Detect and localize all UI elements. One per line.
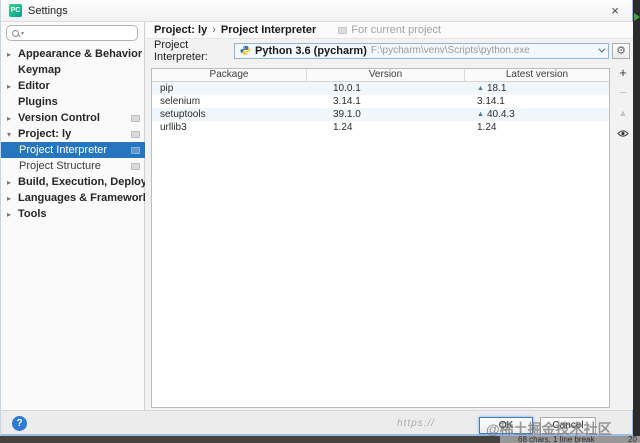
table-row[interactable]: pip 10.0.1 ▲ 18.1 xyxy=(152,82,609,95)
screen-icon xyxy=(338,26,348,34)
package-table: Package Version Latest version pip 10.0.… xyxy=(151,68,610,408)
project-scope-icon xyxy=(131,130,140,138)
interpreter-row: Project Interpreter: Python 3.6 (pycharm… xyxy=(146,38,633,63)
sidebar-item-plugins[interactable]: Plugins xyxy=(1,94,145,110)
search-input[interactable] xyxy=(26,27,132,39)
cancel-button[interactable]: Cancel xyxy=(540,417,596,434)
table-row[interactable]: urllib3 1.24 1.24 xyxy=(152,121,609,134)
breadcrumb: Project: ly › Project Interpreter For cu… xyxy=(146,22,633,39)
breadcrumb-page: Project Interpreter xyxy=(220,24,317,36)
package-table-header: Package Version Latest version xyxy=(152,69,609,82)
sidebar-item-project-structure[interactable]: Project Structure xyxy=(1,158,145,174)
remove-package-button[interactable]: − xyxy=(613,86,633,100)
background-window-edge xyxy=(633,0,640,436)
run-icon xyxy=(634,13,640,21)
sidebar-item-appearance-behavior[interactable]: ▸ Appearance & Behavior xyxy=(1,46,145,62)
settings-dialog: PC Settings × ▾ ▸ Appearance & Behavior … xyxy=(0,0,633,436)
statusbar-position: 20 xyxy=(628,435,637,443)
upgrade-arrow-icon: ▲ xyxy=(477,85,484,92)
add-package-button[interactable]: + xyxy=(613,66,633,80)
chevron-right-icon[interactable]: ▸ xyxy=(7,178,18,187)
breadcrumb-separator-icon: › xyxy=(212,24,216,36)
sidebar-item-build-execution-deployment[interactable]: ▸ Build, Execution, Deployment xyxy=(1,174,145,190)
project-scope-icon xyxy=(131,146,140,154)
project-scope-icon xyxy=(131,162,140,170)
help-button[interactable]: ? xyxy=(12,416,27,431)
column-header-latest-version[interactable]: Latest version xyxy=(465,69,609,81)
interpreter-name: Python 3.6 (pycharm) xyxy=(255,44,367,57)
python-icon xyxy=(240,45,251,56)
settings-sidebar: ▾ ▸ Appearance & Behavior Keymap ▸ Edito… xyxy=(1,22,145,410)
settings-search-box[interactable]: ▾ xyxy=(6,25,138,41)
chevron-right-icon[interactable]: ▸ xyxy=(7,114,18,123)
statusbar-text: 68 chars, 1 line break xyxy=(518,435,595,443)
for-current-project-label: For current project xyxy=(338,24,441,36)
interpreter-label: Project Interpreter: xyxy=(154,38,208,63)
sidebar-item-project-interpreter[interactable]: Project Interpreter xyxy=(1,142,145,158)
eye-icon xyxy=(617,129,629,137)
dialog-title: Settings xyxy=(28,4,68,17)
chevron-right-icon[interactable]: ▸ xyxy=(7,50,18,59)
table-row[interactable]: selenium 3.14.1 3.14.1 xyxy=(152,95,609,108)
column-header-package[interactable]: Package xyxy=(152,69,307,81)
chevron-right-icon[interactable]: ▸ xyxy=(7,194,18,203)
ok-button[interactable]: OK xyxy=(479,417,533,434)
sidebar-item-tools[interactable]: ▸ Tools xyxy=(1,206,145,222)
table-row[interactable]: setuptools 39.1.0 ▲ 40.4.3 xyxy=(152,108,609,121)
sidebar-item-editor[interactable]: ▸ Editor xyxy=(1,78,145,94)
sidebar-item-project-ly[interactable]: ▾ Project: ly xyxy=(1,126,145,142)
close-icon[interactable]: × xyxy=(606,2,624,20)
chevron-down-icon[interactable]: ▾ xyxy=(7,130,18,139)
sidebar-item-languages-frameworks[interactable]: ▸ Languages & Frameworks xyxy=(1,190,145,206)
project-scope-icon xyxy=(131,114,140,122)
search-options-arrow-icon[interactable]: ▾ xyxy=(21,30,24,37)
main-panel: Project: ly › Project Interpreter For cu… xyxy=(146,22,633,410)
sidebar-item-keymap[interactable]: Keymap xyxy=(1,62,145,78)
column-header-version[interactable]: Version xyxy=(307,69,465,81)
chevron-right-icon[interactable]: ▸ xyxy=(7,210,18,219)
show-early-releases-button[interactable] xyxy=(617,126,629,140)
chevron-down-icon[interactable] xyxy=(598,45,606,53)
breadcrumb-project[interactable]: Project: ly xyxy=(154,24,207,36)
interpreter-select[interactable]: Python 3.6 (pycharm) F:\pycharm\venv\Scr… xyxy=(234,42,609,59)
sidebar-item-version-control[interactable]: ▸ Version Control xyxy=(1,110,145,126)
settings-tree: ▸ Appearance & Behavior Keymap ▸ Editor … xyxy=(1,46,145,222)
pycharm-logo-icon: PC xyxy=(9,4,22,17)
search-icon xyxy=(12,29,19,37)
upgrade-package-button[interactable]: ▲ xyxy=(613,106,633,120)
dialog-footer: ? OK Cancel xyxy=(1,410,632,434)
upgrade-arrow-icon: ▲ xyxy=(477,111,484,118)
screenshot-root: 68 chars, 1 line break 20 PC Settings × … xyxy=(0,0,640,443)
chevron-right-icon[interactable]: ▸ xyxy=(7,82,18,91)
interpreter-path: F:\pycharm\venv\Scripts\python.exe xyxy=(370,45,530,56)
gear-icon[interactable]: ⚙ xyxy=(612,42,630,59)
dialog-titlebar: PC Settings × xyxy=(1,0,632,22)
package-toolbar: + − ▲ xyxy=(613,66,633,140)
